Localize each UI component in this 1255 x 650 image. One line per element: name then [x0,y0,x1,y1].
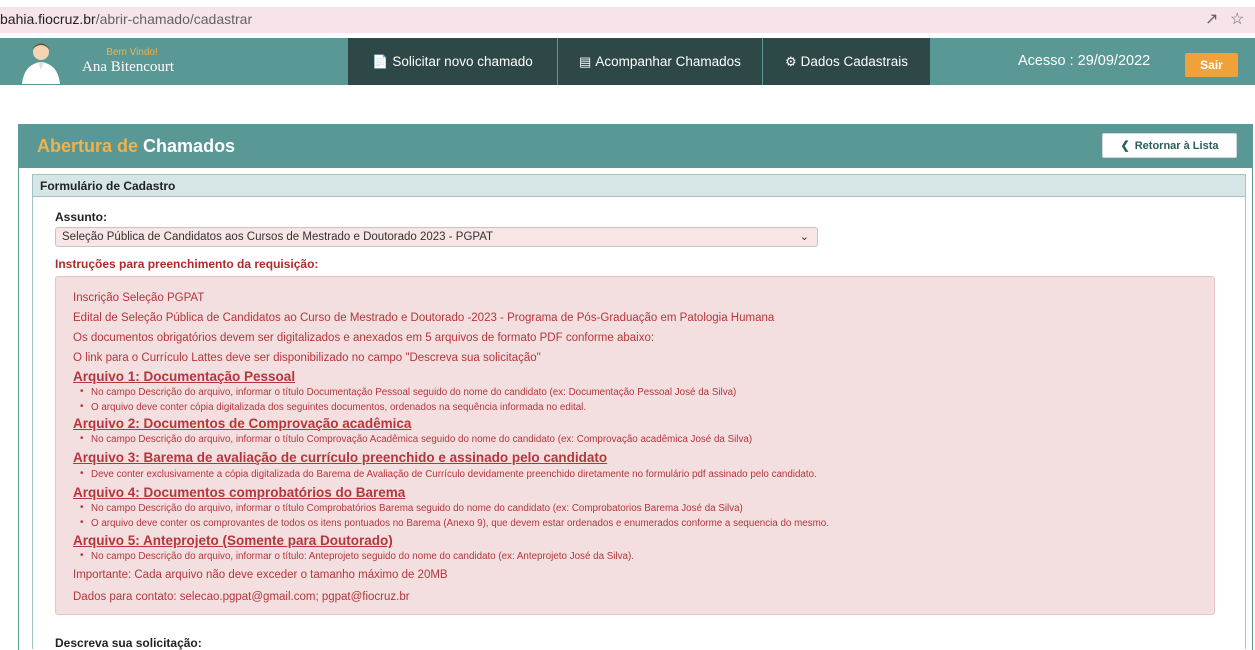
list-item: No campo Descrição do arquivo, informar … [80,502,743,514]
page-title-part2: Chamados [143,136,236,156]
form-section-title: Formulário de Cadastro [40,179,176,193]
arquivo-3-title: Arquivo 3: Barema de avaliação de curríc… [73,450,608,465]
logout-button[interactable]: Sair [1185,53,1238,77]
list-item: Deve conter exclusivamente a cópia digit… [80,468,817,480]
list-item: O arquivo deve conter cópia digitalizada… [80,401,586,413]
nav-new-ticket-button[interactable]: 📄 Solicitar novo chamado [348,38,558,85]
arquivo-1-title: Arquivo 1: Documentação Pessoal [73,369,296,384]
page-title: Abertura de Chamados [37,136,235,157]
subject-selected-value: Seleção Pública de Candidatos aos Cursos… [62,231,494,243]
top-navbar: Bem Vindo! Ana Bitencourt 📄 Solicitar no… [0,38,1255,85]
back-to-list-label: Retornar à Lista [1134,139,1219,152]
list-item: No campo Descrição do arquivo, informar … [80,550,634,562]
subject-label: Assunto: [55,210,107,224]
subject-select[interactable]: Seleção Pública de Candidatos aos Cursos… [55,227,818,247]
instruction-line: Os documentos obrigatórios devem ser dig… [73,332,655,344]
important-note: Importante: Cada arquivo não deve excede… [73,569,448,581]
nav-new-ticket-label: Solicitar novo chamado [392,54,533,69]
chevron-left-icon: ❮ [1120,140,1130,152]
arquivo-2-title: Arquivo 2: Documentos de Comprovação aca… [73,416,412,431]
nav-track-tickets-button[interactable]: ▤ Acompanhar Chamados [558,38,763,85]
star-icon[interactable]: ☆ [1230,9,1244,29]
document-icon: 📄 [372,53,389,69]
nav-track-tickets-label: Acompanhar Chamados [595,54,741,69]
share-icon[interactable]: ↗ [1205,9,1218,29]
instructions-label: Instruções para preenchimento da requisi… [55,257,319,271]
welcome-text: Bem Vindo! [106,47,158,58]
back-to-list-button[interactable]: ❮ Retornar à Lista [1102,133,1237,158]
welcome-block: Bem Vindo! Ana Bitencourt [82,47,182,76]
page-title-part1: Abertura de [37,136,139,156]
user-name: Ana Bitencourt [82,59,175,75]
list-item: O arquivo deve conter os comprovantes de… [80,517,829,529]
instruction-line: O link para o Currículo Lattes deve ser … [73,352,541,364]
user-avatar-icon [22,43,60,84]
instructions-box: Inscrição Seleção PGPAT Edital de Seleçã… [55,276,1215,615]
url-path: /abrir-chamado/cadastrar [95,11,253,27]
description-label: Descreva sua solicitação: [55,636,202,650]
nav-profile-button[interactable]: ⚙ Dados Cadastrais [763,38,931,85]
url-text[interactable]: bahia.fiocruz.br/abrir-chamado/cadastrar [0,11,252,27]
instruction-line: Edital de Seleção Pública de Candidatos … [73,312,775,324]
nav-profile-label: Dados Cadastrais [800,54,908,69]
panel-header: Abertura de Chamados ❮ Retornar à Lista [19,125,1252,168]
gear-icon: ⚙ [785,53,797,69]
list-icon: ▤ [579,53,592,69]
url-host: bahia.fiocruz.br [0,11,96,27]
last-access-text: Acesso : 29/09/2022 [1018,53,1151,69]
browser-address-bar[interactable]: bahia.fiocruz.br/abrir-chamado/cadastrar… [0,7,1255,33]
arquivo-5-title: Arquivo 5: Anteprojeto (Somente para Dou… [73,533,393,548]
chevron-down-icon: ⌄ [799,231,809,243]
form-section-header: Formulário de Cadastro [33,175,1245,197]
list-item: No campo Descrição do arquivo, informar … [80,386,736,398]
arquivo-4-title: Arquivo 4: Documentos comprobatórios do … [73,485,406,500]
contact-info: Dados para contato: selecao.pgpat@gmail.… [73,591,410,603]
instruction-line: Inscrição Seleção PGPAT [73,292,205,304]
list-item: No campo Descrição do arquivo, informar … [80,433,752,445]
